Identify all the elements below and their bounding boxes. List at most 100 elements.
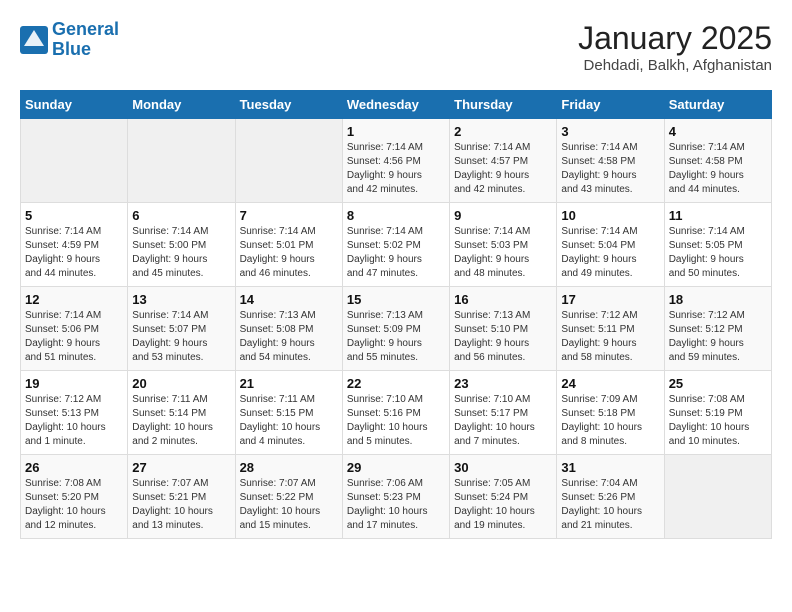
day-cell: 3 Sunrise: 7:14 AM Sunset: 4:58 PM Daylig… [557, 119, 664, 203]
title-block: January 2025 Dehdadi, Balkh, Afghanistan [578, 20, 772, 74]
header-cell-saturday: Saturday [664, 91, 771, 119]
day-number: 2 [454, 124, 552, 139]
day-number: 14 [240, 292, 338, 307]
day-info: Sunrise: 7:13 AM Sunset: 5:10 PM Dayligh… [454, 309, 552, 365]
day-number: 16 [454, 292, 552, 307]
day-info: Sunrise: 7:09 AM Sunset: 5:18 PM Dayligh… [561, 393, 659, 449]
week-row-3: 12Sunrise: 7:14 AM Sunset: 5:06 PM Dayli… [21, 287, 772, 371]
day-number: 30 [454, 460, 552, 475]
day-number: 23 [454, 376, 552, 391]
week-row-2: 5Sunrise: 7:14 AM Sunset: 4:59 PM Daylig… [21, 203, 772, 287]
day-number: 25 [669, 376, 767, 391]
day-number: 6 [132, 208, 230, 223]
day-number: 13 [132, 292, 230, 307]
logo-line1: General [52, 19, 119, 39]
day-info: Sunrise: 7:14 AM Sunset: 5:07 PM Dayligh… [132, 309, 230, 365]
day-cell: 20Sunrise: 7:11 AM Sunset: 5:14 PM Dayli… [128, 371, 235, 455]
day-cell: 22Sunrise: 7:10 AM Sunset: 5:16 PM Dayli… [342, 371, 449, 455]
day-cell: 27Sunrise: 7:07 AM Sunset: 5:21 PM Dayli… [128, 455, 235, 539]
day-cell: 23 Sunrise: 7:10 AM Sunset: 5:17 PM Dayli… [450, 371, 557, 455]
day-cell: 18Sunrise: 7:12 AM Sunset: 5:12 PM Dayli… [664, 287, 771, 371]
day-cell: 25 Sunrise: 7:08 AM Sunset: 5:19 PM Dayli… [664, 371, 771, 455]
header-cell-thursday: Thursday [450, 91, 557, 119]
day-number: 17 [561, 292, 659, 307]
day-cell: 16 Sunrise: 7:13 AM Sunset: 5:10 PM Dayli… [450, 287, 557, 371]
day-info: Sunrise: 7:04 AM Sunset: 5:26 PM Dayligh… [561, 477, 659, 533]
day-cell [128, 119, 235, 203]
day-number: 4 [669, 124, 767, 139]
day-number: 24 [561, 376, 659, 391]
header-cell-tuesday: Tuesday [235, 91, 342, 119]
day-cell: 4Sunrise: 7:14 AM Sunset: 4:58 PM Daylig… [664, 119, 771, 203]
day-cell: 30 Sunrise: 7:05 AM Sunset: 5:24 PM Dayli… [450, 455, 557, 539]
day-number: 26 [25, 460, 123, 475]
day-number: 31 [561, 460, 659, 475]
day-number: 1 [347, 124, 445, 139]
logo-text: General Blue [52, 20, 119, 60]
header-cell-sunday: Sunday [21, 91, 128, 119]
day-number: 10 [561, 208, 659, 223]
header-row: SundayMondayTuesdayWednesdayThursdayFrid… [21, 91, 772, 119]
logo: General Blue [20, 20, 119, 60]
day-info: Sunrise: 7:14 AM Sunset: 4:56 PM Dayligh… [347, 141, 445, 197]
day-info: Sunrise: 7:14 AM Sunset: 5:06 PM Dayligh… [25, 309, 123, 365]
day-cell: 29Sunrise: 7:06 AM Sunset: 5:23 PM Dayli… [342, 455, 449, 539]
day-cell: 10 Sunrise: 7:14 AM Sunset: 5:04 PM Dayli… [557, 203, 664, 287]
day-number: 21 [240, 376, 338, 391]
day-cell: 12Sunrise: 7:14 AM Sunset: 5:06 PM Dayli… [21, 287, 128, 371]
week-row-1: 1 Sunrise: 7:14 AM Sunset: 4:56 PM Daylig… [21, 119, 772, 203]
day-info: Sunrise: 7:14 AM Sunset: 5:02 PM Dayligh… [347, 225, 445, 281]
day-info: Sunrise: 7:14 AM Sunset: 5:03 PM Dayligh… [454, 225, 552, 281]
day-cell [664, 455, 771, 539]
day-cell: 9 Sunrise: 7:14 AM Sunset: 5:03 PM Daylig… [450, 203, 557, 287]
day-number: 27 [132, 460, 230, 475]
day-cell: 19Sunrise: 7:12 AM Sunset: 5:13 PM Dayli… [21, 371, 128, 455]
calendar-title: January 2025 [578, 20, 772, 57]
day-number: 9 [454, 208, 552, 223]
day-number: 28 [240, 460, 338, 475]
day-cell: 14 Sunrise: 7:13 AM Sunset: 5:08 PM Dayli… [235, 287, 342, 371]
day-cell: 6 Sunrise: 7:14 AM Sunset: 5:00 PM Daylig… [128, 203, 235, 287]
day-cell: 28Sunrise: 7:07 AM Sunset: 5:22 PM Dayli… [235, 455, 342, 539]
header-cell-friday: Friday [557, 91, 664, 119]
day-cell: 5Sunrise: 7:14 AM Sunset: 4:59 PM Daylig… [21, 203, 128, 287]
day-cell: 24 Sunrise: 7:09 AM Sunset: 5:18 PM Dayli… [557, 371, 664, 455]
day-info: Sunrise: 7:05 AM Sunset: 5:24 PM Dayligh… [454, 477, 552, 533]
day-number: 7 [240, 208, 338, 223]
day-info: Sunrise: 7:08 AM Sunset: 5:19 PM Dayligh… [669, 393, 767, 449]
day-info: Sunrise: 7:14 AM Sunset: 5:05 PM Dayligh… [669, 225, 767, 281]
week-row-4: 19Sunrise: 7:12 AM Sunset: 5:13 PM Dayli… [21, 371, 772, 455]
header-cell-monday: Monday [128, 91, 235, 119]
day-info: Sunrise: 7:06 AM Sunset: 5:23 PM Dayligh… [347, 477, 445, 533]
day-cell: 7Sunrise: 7:14 AM Sunset: 5:01 PM Daylig… [235, 203, 342, 287]
day-cell: 13 Sunrise: 7:14 AM Sunset: 5:07 PM Dayli… [128, 287, 235, 371]
logo-icon [20, 26, 48, 54]
day-info: Sunrise: 7:11 AM Sunset: 5:15 PM Dayligh… [240, 393, 338, 449]
header-cell-wednesday: Wednesday [342, 91, 449, 119]
day-info: Sunrise: 7:10 AM Sunset: 5:17 PM Dayligh… [454, 393, 552, 449]
day-info: Sunrise: 7:14 AM Sunset: 4:59 PM Dayligh… [25, 225, 123, 281]
day-info: Sunrise: 7:13 AM Sunset: 5:08 PM Dayligh… [240, 309, 338, 365]
day-info: Sunrise: 7:13 AM Sunset: 5:09 PM Dayligh… [347, 309, 445, 365]
day-number: 15 [347, 292, 445, 307]
day-info: Sunrise: 7:14 AM Sunset: 4:57 PM Dayligh… [454, 141, 552, 197]
day-info: Sunrise: 7:10 AM Sunset: 5:16 PM Dayligh… [347, 393, 445, 449]
week-row-5: 26Sunrise: 7:08 AM Sunset: 5:20 PM Dayli… [21, 455, 772, 539]
day-cell: 2 Sunrise: 7:14 AM Sunset: 4:57 PM Daylig… [450, 119, 557, 203]
day-number: 8 [347, 208, 445, 223]
day-info: Sunrise: 7:14 AM Sunset: 4:58 PM Dayligh… [561, 141, 659, 197]
day-info: Sunrise: 7:12 AM Sunset: 5:13 PM Dayligh… [25, 393, 123, 449]
day-cell: 26Sunrise: 7:08 AM Sunset: 5:20 PM Dayli… [21, 455, 128, 539]
calendar-subtitle: Dehdadi, Balkh, Afghanistan [578, 57, 772, 74]
day-info: Sunrise: 7:14 AM Sunset: 5:00 PM Dayligh… [132, 225, 230, 281]
page-header: General Blue January 2025 Dehdadi, Balkh… [20, 20, 772, 74]
day-cell: 8 Sunrise: 7:14 AM Sunset: 5:02 PM Daylig… [342, 203, 449, 287]
day-cell: 15 Sunrise: 7:13 AM Sunset: 5:09 PM Dayli… [342, 287, 449, 371]
day-cell: 17Sunrise: 7:12 AM Sunset: 5:11 PM Dayli… [557, 287, 664, 371]
logo-line2: Blue [52, 39, 91, 59]
day-info: Sunrise: 7:14 AM Sunset: 5:04 PM Dayligh… [561, 225, 659, 281]
day-cell: 11Sunrise: 7:14 AM Sunset: 5:05 PM Dayli… [664, 203, 771, 287]
day-number: 3 [561, 124, 659, 139]
day-cell: 21 Sunrise: 7:11 AM Sunset: 5:15 PM Dayli… [235, 371, 342, 455]
day-cell: 31 Sunrise: 7:04 AM Sunset: 5:26 PM Dayli… [557, 455, 664, 539]
